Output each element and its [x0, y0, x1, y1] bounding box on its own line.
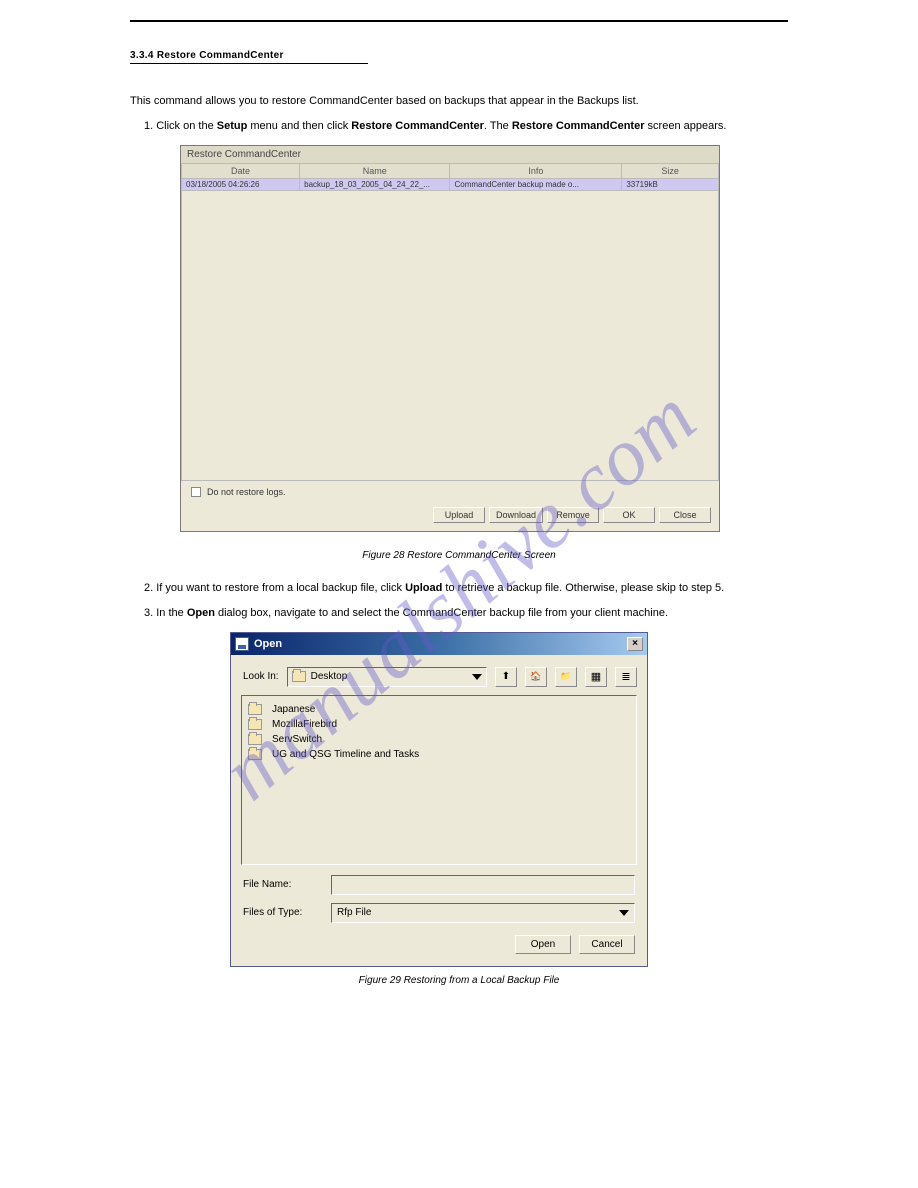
file-list-pane[interactable]: Japanese MozillaFirebird ServSwitch UG a…: [241, 695, 637, 865]
up-folder-button[interactable]: [495, 667, 517, 687]
step-2-end: to retrieve a backup file. Otherwise, pl…: [442, 582, 724, 594]
files-of-type-label: Files of Type:: [243, 907, 325, 918]
list-item-label: UG and QSG Timeline and Tasks: [272, 749, 419, 760]
restore-logs-label: Do not restore logs.: [207, 487, 286, 497]
step-1-prefix: 1. Click on the: [144, 120, 217, 132]
list-item-label: Japanese: [272, 704, 315, 715]
step-1-bold-c: Restore CommandCenter: [512, 120, 645, 132]
files-of-type-value: Rfp File: [337, 907, 371, 918]
cell-date: 03/18/2005 04:26:26: [182, 178, 300, 190]
section-underline: [130, 63, 368, 64]
home-button[interactable]: [525, 667, 547, 687]
look-in-combobox[interactable]: Desktop: [287, 667, 487, 687]
restore-logs-checkbox[interactable]: [191, 487, 201, 497]
col-name: Name: [300, 163, 450, 178]
table-row[interactable]: 03/18/2005 04:26:26 backup_18_03_2005_04…: [182, 178, 719, 190]
step-2-prefix: 2. If you want to restore from a local b…: [144, 582, 405, 594]
step-3-bold: Open: [187, 607, 215, 619]
table-header-row: Date Name Info Size: [182, 163, 719, 178]
open-dialog-buttons: Open Cancel: [231, 929, 647, 966]
step-2-bold: Upload: [405, 582, 442, 594]
folder-icon: [248, 749, 262, 760]
cancel-button[interactable]: Cancel: [579, 935, 635, 954]
look-in-label-text: Look In:: [243, 671, 279, 682]
step-3-end: dialog box, navigate to and select the C…: [215, 607, 668, 619]
figure-29-caption: Figure 29 Restoring from a Local Backup …: [130, 975, 788, 986]
download-button[interactable]: Download: [489, 507, 543, 523]
files-of-type-combobox[interactable]: Rfp File: [331, 903, 635, 923]
cell-size: 33719kB: [622, 178, 719, 190]
cell-info: CommandCenter backup made o...: [450, 178, 622, 190]
restore-commandcenter-screenshot: Restore CommandCenter Date Name Info Siz…: [180, 145, 720, 532]
open-bottom-grid: File Name: Files of Type: Rfp File: [231, 865, 647, 929]
step-3: 3. In the Open dialog box, navigate to a…: [130, 606, 788, 621]
close-button[interactable]: Close: [659, 507, 711, 523]
chevron-down-icon: [472, 674, 482, 680]
open-button[interactable]: Open: [515, 935, 571, 954]
list-item[interactable]: MozillaFirebird: [248, 717, 630, 732]
col-date: Date: [182, 163, 300, 178]
figure-28-caption: Figure 28 Restore CommandCenter Screen: [130, 550, 788, 561]
open-dialog-title: Open: [254, 638, 282, 650]
open-top-row: Look In: Desktop: [231, 655, 647, 695]
new-folder-button[interactable]: [555, 667, 577, 687]
folder-icon: [292, 671, 306, 682]
list-view-button[interactable]: [615, 667, 637, 687]
restore-checkbox-row: Do not restore logs.: [181, 481, 719, 503]
file-name-input[interactable]: [331, 875, 635, 895]
ok-button[interactable]: OK: [603, 507, 655, 523]
list-item[interactable]: UG and QSG Timeline and Tasks: [248, 747, 630, 762]
step-1-end: screen appears.: [645, 120, 727, 132]
step-1-bold-b: Restore CommandCenter: [351, 120, 484, 132]
step-3-prefix: 3. In the: [144, 607, 187, 619]
step-1-mid-a: menu and then click: [247, 120, 351, 132]
restore-dialog-title: Restore CommandCenter: [181, 146, 719, 163]
step-2: 2. If you want to restore from a local b…: [130, 581, 788, 596]
restore-table-body: [181, 191, 719, 481]
list-item-label: MozillaFirebird: [272, 719, 337, 730]
col-info: Info: [450, 163, 622, 178]
list-item-label: ServSwitch: [272, 734, 322, 745]
header-rule: [130, 20, 788, 22]
col-size: Size: [622, 163, 719, 178]
folder-icon: [248, 719, 262, 730]
step-1: 1. Click on the Setup menu and then clic…: [130, 119, 788, 134]
look-in-label: Look In:: [243, 671, 279, 682]
upload-button[interactable]: Upload: [433, 507, 485, 523]
grid-view-button[interactable]: [585, 667, 607, 687]
section-number: 3.3.4 Restore CommandCenter: [130, 50, 788, 61]
dialog-icon: [235, 637, 249, 651]
list-item[interactable]: ServSwitch: [248, 732, 630, 747]
remove-button[interactable]: Remove: [547, 507, 599, 523]
folder-icon: [248, 704, 262, 715]
step-1-bold-a: Setup: [217, 120, 248, 132]
cell-name: backup_18_03_2005_04_24_22_...: [300, 178, 450, 190]
restore-backup-table: Date Name Info Size 03/18/2005 04:26:26 …: [181, 163, 719, 191]
close-icon[interactable]: ×: [627, 637, 643, 651]
look-in-value: Desktop: [311, 671, 348, 682]
list-item[interactable]: Japanese: [248, 702, 630, 717]
chevron-down-icon: [619, 910, 629, 916]
step-1-mid-b: . The: [484, 120, 512, 132]
restore-buttons-row: Upload Download Remove OK Close: [181, 503, 719, 531]
open-dialog-titlebar: Open ×: [231, 633, 647, 655]
open-dialog-screenshot: Open × Look In: Desktop Japanese Mozil: [230, 632, 648, 967]
intro-text: This command allows you to restore Comma…: [130, 94, 788, 109]
file-name-label: File Name:: [243, 879, 325, 890]
folder-icon: [248, 734, 262, 745]
